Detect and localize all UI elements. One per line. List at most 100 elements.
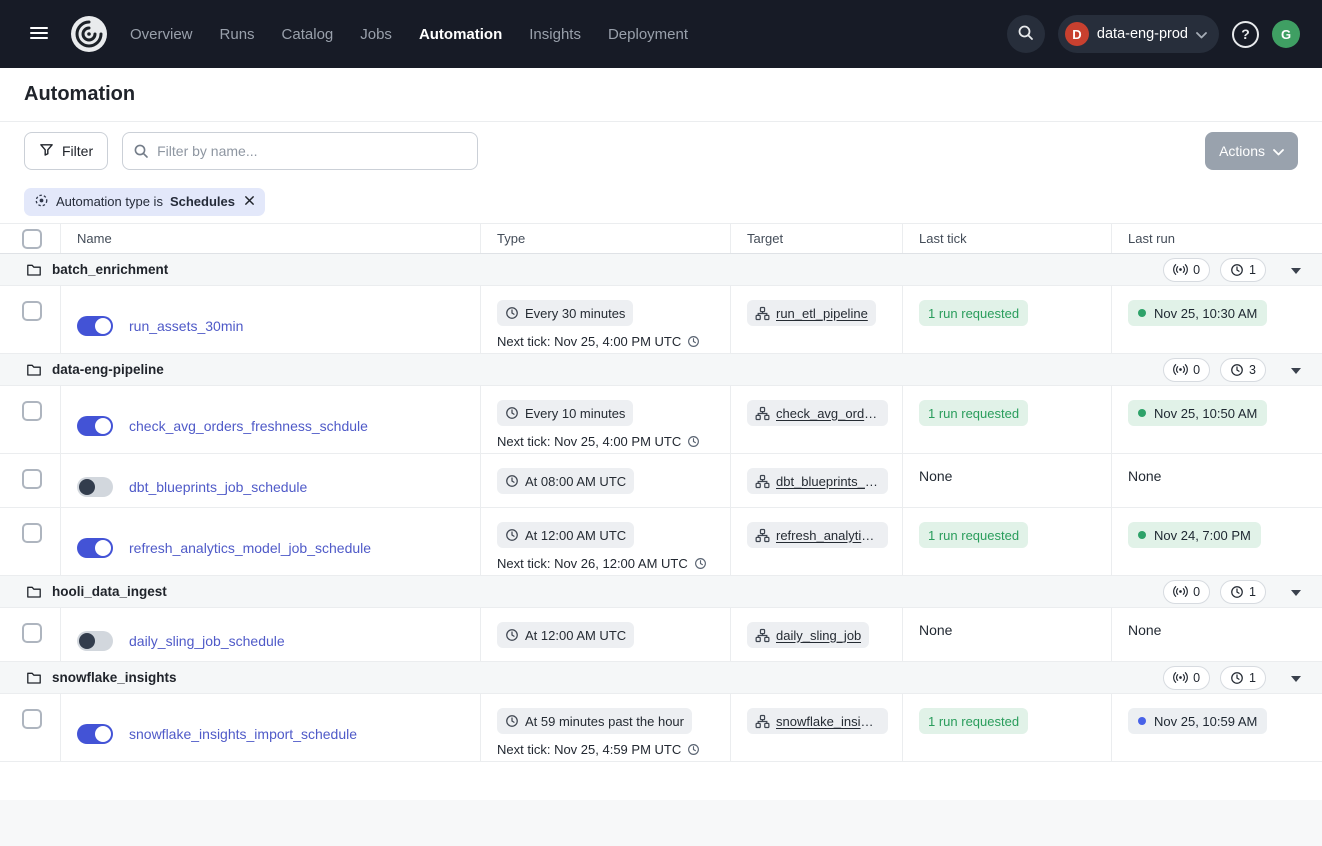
target-chip[interactable]: refresh_analytics_r — [747, 522, 888, 548]
group-row: snowflake_insights 0 1 — [0, 662, 1322, 694]
collapse-group-button[interactable] — [1284, 580, 1308, 604]
last-run-chip[interactable]: Nov 25, 10:59 AM — [1128, 708, 1267, 734]
chevron-down-icon — [1273, 143, 1284, 159]
dagster-logo-icon[interactable] — [70, 15, 108, 53]
schedule-toggle[interactable] — [77, 538, 113, 558]
target-chip[interactable]: daily_sling_job — [747, 622, 869, 648]
schedule-type-label: Every 30 minutes — [525, 306, 625, 321]
schedule-type-label: At 08:00 AM UTC — [525, 474, 626, 489]
last-tick-chip[interactable]: 1 run requested — [919, 400, 1028, 426]
group-name: batch_enrichment — [52, 262, 168, 277]
last-run-cell: Nov 25, 10:50 AM — [1112, 386, 1322, 453]
nav-item-automation[interactable]: Automation — [419, 26, 502, 43]
filter-button-label: Filter — [62, 143, 93, 159]
caret-down-icon — [1291, 670, 1301, 685]
checkbox-cell — [0, 694, 61, 761]
row-checkbox[interactable] — [22, 401, 42, 421]
nav-item-runs[interactable]: Runs — [220, 26, 255, 43]
target-chip[interactable]: run_etl_pipeline — [747, 300, 876, 326]
clock-icon — [505, 474, 519, 488]
group-row: hooli_data_ingest 0 1 — [0, 576, 1322, 608]
clock-icon — [687, 435, 700, 448]
target-label: dbt_blueprints_job — [776, 474, 880, 489]
schedule-name-link[interactable]: snowflake_insights_import_schedule — [129, 726, 357, 742]
deployment-badge: D — [1065, 22, 1089, 46]
collapse-group-button[interactable] — [1284, 666, 1308, 690]
row-checkbox[interactable] — [22, 623, 42, 643]
schedule-count: 1 — [1249, 671, 1256, 685]
help-button[interactable]: ? — [1232, 21, 1259, 48]
nav-item-jobs[interactable]: Jobs — [360, 26, 392, 43]
remove-filter-button[interactable] — [244, 194, 255, 209]
schedule-name-link[interactable]: dbt_blueprints_job_schedule — [129, 479, 307, 495]
schedule-name-link[interactable]: run_assets_30min — [129, 318, 243, 334]
nav-item-overview[interactable]: Overview — [130, 26, 193, 43]
target-chip[interactable]: check_avg_orders_ — [747, 400, 888, 426]
row-checkbox[interactable] — [22, 469, 42, 489]
table-row: refresh_analytics_model_job_schedule At … — [0, 508, 1322, 576]
run-status-dot — [1138, 309, 1146, 317]
asset-graph-icon — [755, 714, 770, 729]
schedule-name-link[interactable]: daily_sling_job_schedule — [129, 633, 285, 649]
schedule-toggle[interactable] — [77, 477, 113, 497]
search-button[interactable] — [1007, 15, 1045, 53]
schedule-toggle[interactable] — [77, 631, 113, 651]
schedule-count-pill: 3 — [1220, 358, 1266, 382]
column-header-name: Name — [61, 224, 481, 253]
filter-button[interactable]: Filter — [24, 132, 108, 170]
nav-item-deployment[interactable]: Deployment — [608, 26, 688, 43]
schedule-toggle[interactable] — [77, 416, 113, 436]
group-name: hooli_data_ingest — [52, 584, 167, 599]
last-run-chip[interactable]: Nov 24, 7:00 PM — [1128, 522, 1261, 548]
last-run-cell: Nov 24, 7:00 PM — [1112, 508, 1322, 575]
type-cell: At 12:00 AM UTC — [481, 608, 731, 661]
schedule-toggle[interactable] — [77, 724, 113, 744]
target-cell: refresh_analytics_r — [731, 508, 903, 575]
sensor-icon — [1173, 670, 1188, 685]
last-tick-chip[interactable]: 1 run requested — [919, 708, 1028, 734]
schedule-name-link[interactable]: check_avg_orders_freshness_schdule — [129, 418, 368, 434]
target-label: snowflake_insights — [776, 714, 880, 729]
row-checkbox[interactable] — [22, 523, 42, 543]
menu-button[interactable] — [22, 16, 56, 53]
user-avatar[interactable]: G — [1272, 20, 1300, 48]
toggle-knob — [95, 540, 111, 556]
clock-icon — [505, 628, 519, 642]
target-label: refresh_analytics_r — [776, 528, 880, 543]
last-tick-chip[interactable]: 1 run requested — [919, 522, 1028, 548]
schedule-type-chip: At 12:00 AM UTC — [497, 522, 634, 548]
schedule-count-pill: 1 — [1220, 580, 1266, 604]
actions-button[interactable]: Actions — [1205, 132, 1298, 170]
sensor-count: 0 — [1193, 363, 1200, 377]
row-checkbox[interactable] — [22, 301, 42, 321]
row-checkbox[interactable] — [22, 709, 42, 729]
deployment-name: data-eng-prod — [1097, 26, 1188, 42]
nav-item-catalog[interactable]: Catalog — [282, 26, 334, 43]
last-run-chip[interactable]: Nov 25, 10:30 AM — [1128, 300, 1267, 326]
schedule-name-link[interactable]: refresh_analytics_model_job_schedule — [129, 540, 371, 556]
last-run-cell: Nov 25, 10:30 AM — [1112, 286, 1322, 353]
next-tick-text: Next tick: Nov 25, 4:00 PM UTC — [497, 434, 681, 449]
toolbar: Filter Actions — [0, 122, 1322, 180]
schedule-toggle[interactable] — [77, 316, 113, 336]
deployment-selector[interactable]: D data-eng-prod — [1058, 15, 1219, 53]
sensor-icon — [1173, 584, 1188, 599]
target-chip[interactable]: snowflake_insights — [747, 708, 888, 734]
select-all-checkbox[interactable] — [22, 229, 42, 249]
actions-button-label: Actions — [1219, 143, 1265, 159]
name-cell: refresh_analytics_model_job_schedule — [61, 508, 481, 575]
schedule-type-chip: At 12:00 AM UTC — [497, 622, 634, 648]
last-run-chip[interactable]: Nov 25, 10:50 AM — [1128, 400, 1267, 426]
name-filter-input[interactable] — [122, 132, 478, 170]
last-tick-chip[interactable]: 1 run requested — [919, 300, 1028, 326]
funnel-icon — [39, 142, 54, 160]
collapse-group-button[interactable] — [1284, 258, 1308, 282]
column-header-last-run: Last run — [1112, 224, 1322, 253]
search-icon — [133, 143, 149, 159]
target-chip[interactable]: dbt_blueprints_job — [747, 468, 888, 494]
nav-item-insights[interactable]: Insights — [529, 26, 581, 43]
schedule-type-label: At 12:00 AM UTC — [525, 528, 626, 543]
target-cell: check_avg_orders_ — [731, 386, 903, 453]
collapse-group-button[interactable] — [1284, 358, 1308, 382]
column-header-last-tick: Last tick — [903, 224, 1112, 253]
